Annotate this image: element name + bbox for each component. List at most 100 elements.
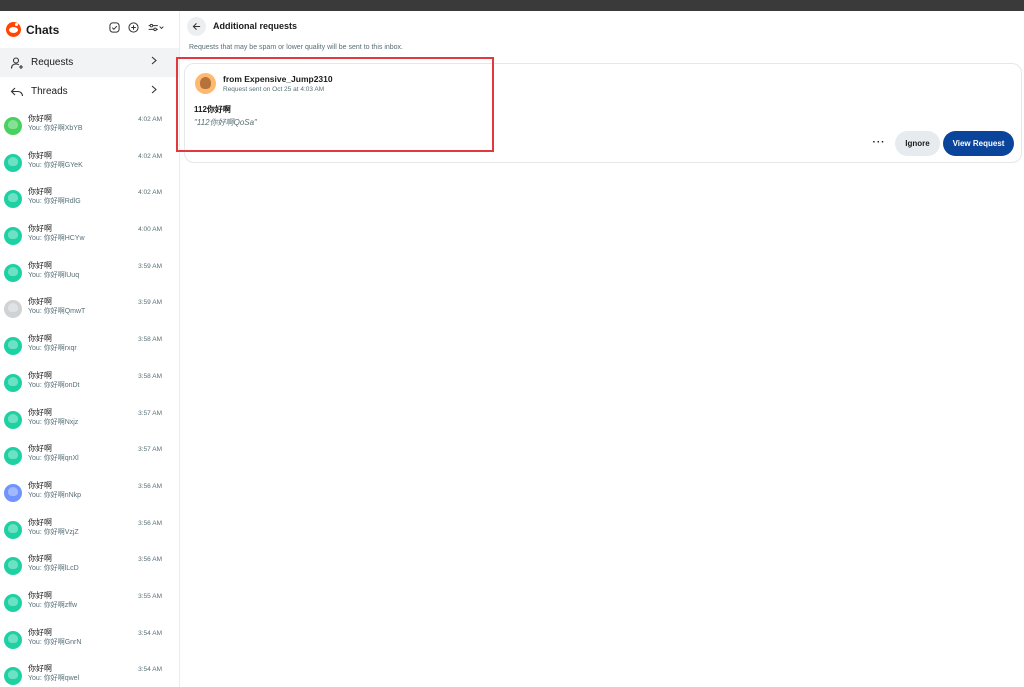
spam-notice: Requests that may be spam or lower quali… [189,44,403,51]
request-quote: "112你好啊QoSa" [194,118,257,127]
chat-timestamp: 3:58 AM [138,372,162,380]
chevron-right-icon [151,56,157,65]
chat-text: 你好啊 You: 你好啊qnXl [28,444,79,464]
chat-timestamp: 3:56 AM [138,556,162,564]
chat-preview: You: 你好啊lUuq [28,271,80,279]
chat-name: 你好啊 [28,334,52,344]
sender-avatar [195,73,216,94]
back-button[interactable] [187,16,206,36]
chat-timestamp: 3:55 AM [138,592,162,600]
chat-list-item[interactable]: 你好啊 You: 你好啊qwel 3:54 AM [0,662,179,687]
chat-timestamp: 3:54 AM [138,629,162,637]
avatar [4,373,22,392]
chat-list-item[interactable]: 你好啊 You: 你好啊zffw 3:55 AM [0,589,179,626]
request-message: 112你好啊 [194,105,231,114]
filter-icon[interactable] [147,22,165,33]
chat-text: 你好啊 You: 你好啊zffw [28,591,77,611]
chat-list-item[interactable]: 你好啊 You: 你好啊GYeK 4:02 AM [0,149,179,186]
chat-list: 你好啊 You: 你好啊XbYB 4:02 AM 你好啊 You: 你好啊GYeK 4:0… [0,112,179,687]
avatar [4,117,22,135]
chat-list-item[interactable]: 你好啊 You: 你好啊QmwT 3:59 AM [0,295,179,332]
avatar [4,153,22,172]
chat-preview: You: 你好啊HCYw [28,235,85,243]
avatar [4,263,22,282]
chat-name: 你好啊 [28,224,52,234]
chat-timestamp: 3:56 AM [138,519,162,527]
chat-text: 你好啊 You: 你好啊lUuq [28,261,79,281]
chat-timestamp: 3:59 AM [138,299,162,307]
chat-text: 你好啊 You: 你好啊rxqr [28,334,77,354]
chat-timestamp: 4:02 AM [138,189,162,197]
avatar [4,447,22,466]
view-request-button[interactable]: View Request [943,131,1014,156]
header-actions [109,22,165,33]
more-options-button[interactable]: ··· [871,134,887,150]
chat-list-item[interactable]: 你好啊 You: 你好啊XbYB 4:02 AM [0,112,179,149]
avatar [4,593,22,612]
sidebar-item-requests[interactable]: Requests [0,48,179,77]
new-chat-icon[interactable] [128,22,139,33]
chat-list-item[interactable]: 你好啊 You: 你好啊Nxjz 3:57 AM [0,406,179,443]
requests-panel: Additional requests Requests that may be… [176,11,1024,687]
mark-read-icon[interactable] [109,22,120,33]
chat-text: 你好啊 You: 你好啊Nxjz [28,408,78,428]
chat-timestamp: 3:57 AM [138,409,162,417]
avatar [4,190,22,209]
sidebar-item-threads[interactable]: Threads [0,77,179,106]
chat-preview: You: 你好啊nNkp [28,491,82,499]
chat-list-item[interactable]: 你好啊 You: 你好啊VzjZ 3:56 AM [0,516,179,553]
chat-text: 你好啊 You: 你好啊GYeK [28,151,83,171]
page-title: Additional requests [213,21,298,31]
chat-text: 你好啊 You: 你好啊onDt [28,371,80,391]
chat-text: 你好啊 You: 你好啊nNkp [28,481,81,501]
panel-header: Additional requests [181,11,1024,41]
request-sender[interactable]: from Expensive_Jump2310 [223,74,333,84]
window-top-bar [0,0,1024,11]
chat-list-item[interactable]: 你好啊 You: 你好啊lUuq 3:59 AM [0,259,179,296]
chat-list-item[interactable]: 你好啊 You: 你好啊onDt 3:58 AM [0,369,179,406]
reddit-logo-icon [6,22,21,37]
chat-text: 你好啊 You: 你好啊VzjZ [28,518,79,538]
chevron-right-icon [151,85,157,94]
request-card[interactable]: from Expensive_Jump2310 Request sent on … [176,57,1022,163]
avatar [4,227,22,246]
reply-icon [10,87,24,96]
chat-list-item[interactable]: 你好啊 You: 你好啊HCYw 4:00 AM [0,222,179,259]
chat-name: 你好啊 [28,187,52,197]
chat-timestamp: 3:58 AM [138,336,162,344]
chat-list-item[interactable]: 你好啊 You: 你好啊RdlG 4:02 AM [0,185,179,222]
chat-name: 你好啊 [28,370,52,380]
chat-name: 你好啊 [28,260,52,270]
ignore-button[interactable]: Ignore [895,131,940,156]
chat-list-item[interactable]: 你好啊 You: 你好啊GnrN 3:54 AM [0,626,179,663]
avatar [4,667,22,686]
chat-timestamp: 3:56 AM [138,482,162,490]
chat-text: 你好啊 You: 你好啊qwel [28,664,79,684]
chat-text: 你好啊 You: 你好啊XbYB [28,114,83,134]
chat-text: 你好啊 You: 你好啊GnrN [28,628,81,648]
chat-name: 你好啊 [28,407,52,417]
chat-list-item[interactable]: 你好啊 You: 你好啊rxqr 3:58 AM [0,332,179,369]
chat-name: 你好啊 [28,114,52,123]
chat-preview: You: 你好啊VzjZ [28,528,79,536]
chat-preview: You: 你好啊lLcD [28,565,79,573]
app-title: Chats [26,22,60,37]
chat-preview: You: 你好啊zffw [28,601,78,609]
avatar [4,410,22,429]
chat-preview: You: 你好啊GnrN [28,638,82,646]
chat-list-item[interactable]: 你好啊 You: 你好啊nNkp 3:56 AM [0,479,179,516]
avatar [4,300,22,319]
chat-timestamp: 4:02 AM [138,116,162,123]
chat-timestamp: 3:57 AM [138,446,162,454]
chat-preview: You: 你好啊rxqr [28,345,77,353]
chat-list-item[interactable]: 你好啊 You: 你好啊lLcD 3:56 AM [0,552,179,589]
chat-name: 你好啊 [28,150,52,160]
chat-list-item[interactable]: 你好啊 You: 你好啊qnXl 3:57 AM [0,442,179,479]
chat-sidebar: Chats Requests Threads 你好啊 You: 你好啊XbYB 4:… [0,11,180,687]
chat-name: 你好啊 [28,627,52,637]
chat-name: 你好啊 [28,480,52,490]
chat-name: 你好啊 [28,590,52,600]
arrow-left-icon [192,22,201,30]
chat-preview: You: 你好啊qnXl [28,455,79,463]
avatar [4,483,22,502]
